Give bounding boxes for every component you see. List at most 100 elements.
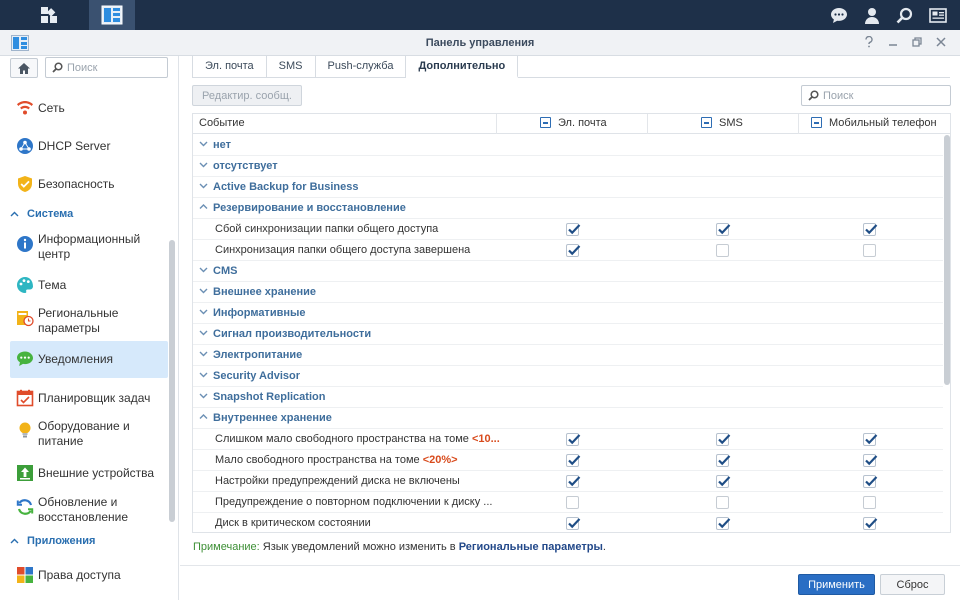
event-group-row[interactable]: Security Advisor	[193, 366, 943, 387]
sidebar-item-regional-options[interactable]: Региональные параметры	[10, 304, 168, 338]
column-header-mobile[interactable]: Мобильный телефон	[799, 114, 950, 134]
event-group-row[interactable]: отсутствует	[193, 156, 943, 177]
sidebar-item-hardware-power[interactable]: Оборудование и питание	[10, 417, 168, 451]
sidebar-item-info-center[interactable]: Информационный центр	[10, 230, 168, 264]
mobile-checkbox[interactable]	[863, 223, 878, 236]
sms-checkbox[interactable]	[716, 244, 729, 257]
search-button[interactable]	[888, 0, 921, 30]
chevron-down-icon[interactable]	[199, 349, 208, 358]
mobile-checkbox[interactable]	[863, 454, 878, 467]
apply-button[interactable]: Применить	[798, 574, 875, 595]
event-group-row[interactable]: CMS	[193, 261, 943, 282]
mobile-checkbox[interactable]	[863, 433, 878, 446]
chevron-down-icon[interactable]	[199, 370, 208, 379]
sidebar-item-dhcp-server[interactable]: DHCP Server	[10, 135, 168, 157]
event-row[interactable]: Синхронизация папки общего доступа завер…	[193, 240, 943, 261]
chat-button[interactable]	[822, 0, 855, 30]
sidebar-item-update-restore[interactable]: Обновление и восстановление	[10, 493, 168, 527]
event-group-row[interactable]: Сигнал производительности	[193, 324, 943, 345]
mobile-checkbox[interactable]	[863, 475, 878, 488]
sms-checkbox[interactable]	[716, 496, 729, 509]
event-row[interactable]: Сбой синхронизации папки общего доступа	[193, 219, 943, 240]
column-header-event[interactable]: Событие	[193, 114, 497, 134]
email-checkbox[interactable]	[566, 496, 579, 509]
mobile-checkbox[interactable]	[863, 244, 876, 257]
sms-checkbox[interactable]	[716, 454, 731, 467]
sidebar-item-task-scheduler[interactable]: Планировщик задач	[10, 387, 168, 409]
event-group-row[interactable]: Внешнее хранение	[193, 282, 943, 303]
reset-button[interactable]: Сброс	[880, 574, 945, 595]
select-all-sms-checkbox[interactable]	[701, 117, 712, 128]
event-group-row[interactable]: нет	[193, 135, 943, 156]
sms-checkbox[interactable]	[716, 433, 731, 446]
maximize-button[interactable]	[910, 35, 924, 49]
chevron-down-icon[interactable]	[199, 265, 208, 274]
help-icon	[865, 36, 873, 48]
event-group-row[interactable]: Active Backup for Business	[193, 177, 943, 198]
event-group-row[interactable]: Резервирование и восстановление	[193, 198, 943, 219]
column-header-sms[interactable]: SMS	[648, 114, 799, 134]
event-row[interactable]: Диск в критическом состоянии	[193, 513, 943, 532]
close-button[interactable]	[934, 35, 948, 49]
event-row[interactable]: Предупреждение о повторном подключении к…	[193, 492, 943, 513]
regional-options-link[interactable]: Региональные параметры	[459, 541, 603, 553]
chevron-down-icon[interactable]	[199, 160, 208, 169]
sidebar-group-system[interactable]: Система	[10, 208, 73, 220]
sms-checkbox[interactable]	[716, 517, 731, 530]
chevron-down-icon[interactable]	[199, 181, 208, 190]
event-group-row[interactable]: Электропитание	[193, 345, 943, 366]
email-checkbox[interactable]	[566, 223, 581, 236]
event-row[interactable]: Слишком мало свободного пространства на …	[193, 429, 943, 450]
chevron-down-icon[interactable]	[199, 328, 208, 337]
event-row[interactable]: Мало свободного пространства на томе <20…	[193, 450, 943, 471]
sidebar-search-input[interactable]	[67, 61, 162, 74]
tab-sms[interactable]: SMS	[267, 56, 316, 78]
tab-advanced[interactable]: Дополнительно	[406, 56, 519, 78]
widgets-button[interactable]	[921, 0, 954, 30]
select-all-email-checkbox[interactable]	[540, 117, 551, 128]
sms-checkbox[interactable]	[716, 223, 731, 236]
email-checkbox[interactable]	[566, 433, 581, 446]
chevron-down-icon[interactable]	[199, 286, 208, 295]
email-checkbox[interactable]	[566, 517, 581, 530]
chevron-up-icon[interactable]	[199, 412, 208, 421]
tab-push-service[interactable]: Push-служба	[316, 56, 407, 78]
event-search[interactable]	[801, 85, 951, 106]
event-row[interactable]: Настройки предупреждений диска не включе…	[193, 471, 943, 492]
home-button[interactable]	[10, 58, 38, 78]
chevron-down-icon[interactable]	[199, 391, 208, 400]
event-search-input[interactable]	[823, 89, 943, 102]
sidebar-group-applications[interactable]: Приложения	[10, 535, 95, 547]
sidebar-item-application-privileges[interactable]: Права доступа	[10, 564, 168, 586]
column-header-email[interactable]: Эл. почта	[497, 114, 648, 134]
sidebar-item-theme[interactable]: Тема	[10, 274, 168, 296]
taskbar-control-panel-button[interactable]	[89, 0, 135, 30]
sidebar-item-network[interactable]: Сеть	[10, 97, 168, 119]
chevron-down-icon[interactable]	[199, 139, 208, 148]
grid-scrollbar[interactable]	[944, 135, 950, 385]
email-checkbox[interactable]	[566, 244, 581, 257]
mobile-checkbox[interactable]	[863, 517, 878, 530]
event-group-row[interactable]: Snapshot Replication	[193, 387, 943, 408]
sidebar-scrollbar[interactable]	[169, 240, 175, 522]
event-group-row[interactable]: Внутреннее хранение	[193, 408, 943, 429]
mobile-checkbox[interactable]	[863, 496, 876, 509]
sms-checkbox[interactable]	[716, 475, 731, 488]
sidebar-search[interactable]	[45, 57, 168, 78]
user-button[interactable]	[855, 0, 888, 30]
email-checkbox[interactable]	[566, 454, 581, 467]
minimize-button[interactable]	[886, 35, 900, 49]
tab-email[interactable]: Эл. почта	[192, 56, 267, 78]
sidebar-item-external-devices[interactable]: Внешние устройства	[10, 462, 168, 484]
chevron-up-icon[interactable]	[199, 202, 208, 211]
email-checkbox[interactable]	[566, 475, 581, 488]
sidebar-item-security[interactable]: Безопасность	[10, 173, 168, 195]
event-group-row[interactable]: Информативные	[193, 303, 943, 324]
main-menu-button[interactable]	[26, 0, 72, 30]
select-all-mobile-checkbox[interactable]	[811, 117, 822, 128]
edit-message-button[interactable]: Редактир. сообщ.	[192, 85, 302, 106]
help-button[interactable]	[862, 35, 876, 49]
checkmark-icon	[718, 224, 731, 235]
sidebar-item-notification[interactable]: Уведомления	[10, 341, 168, 378]
chevron-down-icon[interactable]	[199, 307, 208, 316]
